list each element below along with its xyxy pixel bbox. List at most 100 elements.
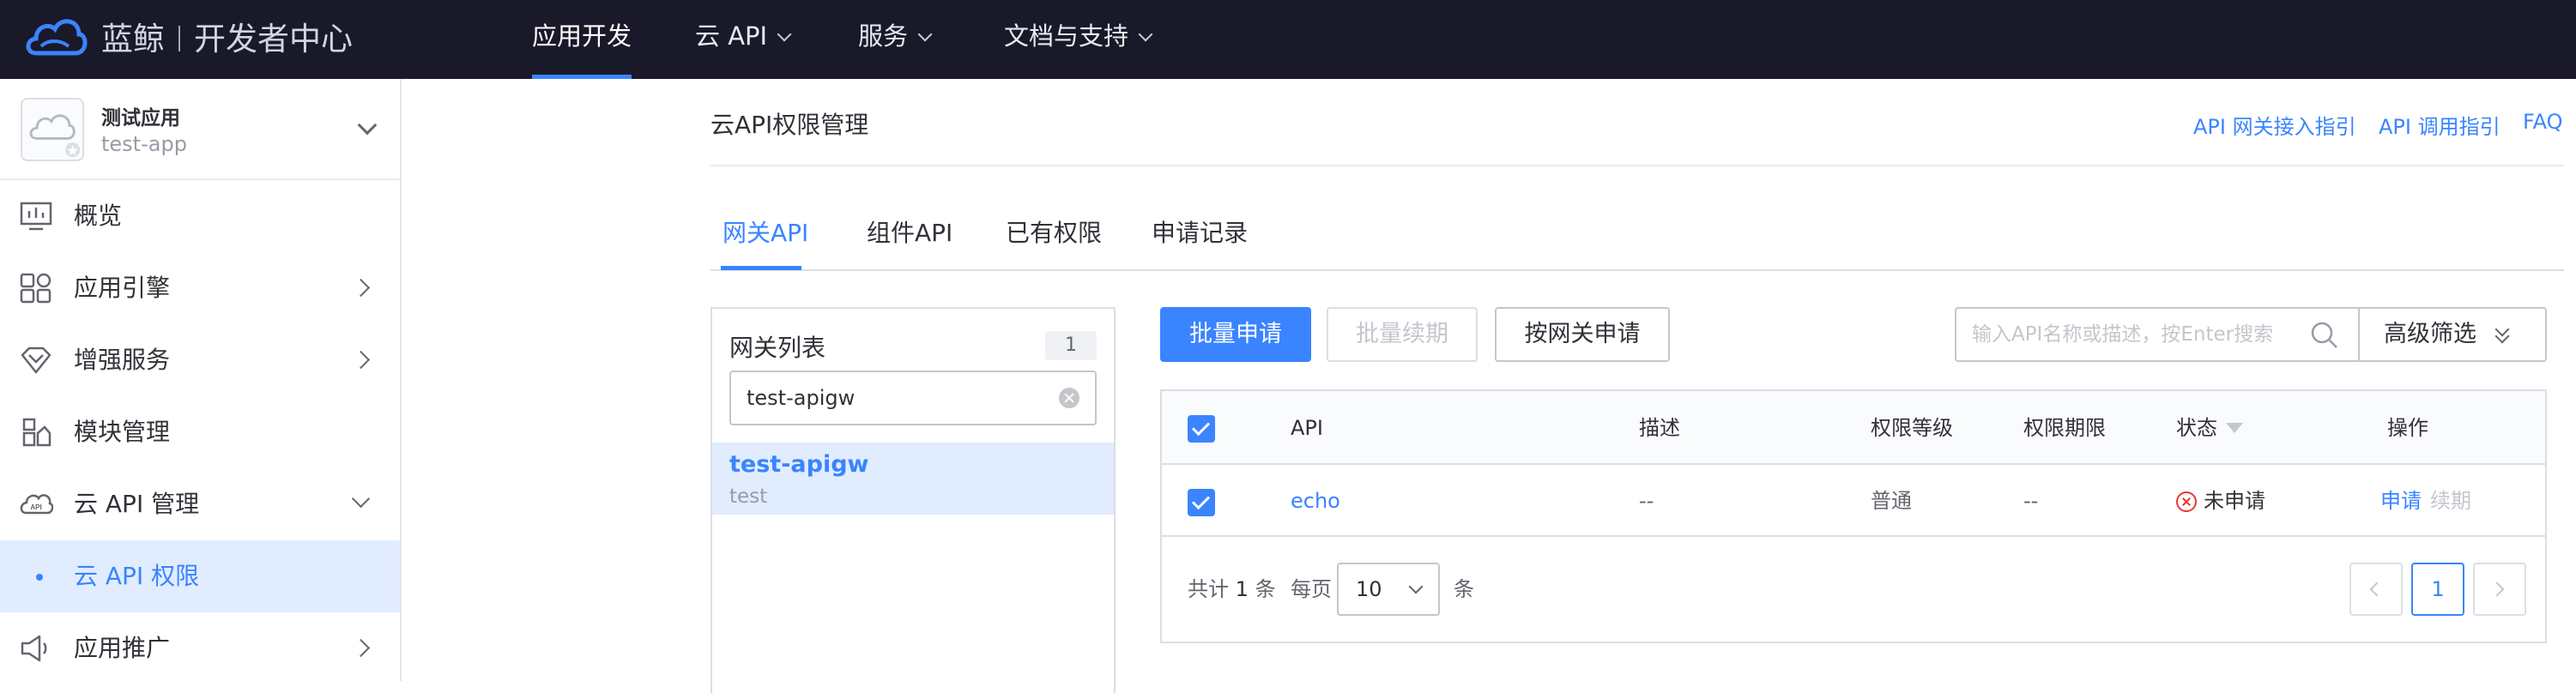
gateway-search-value: test-apigw (747, 386, 856, 410)
nav-app-dev[interactable]: 应用开发 (532, 0, 632, 79)
total-suffix: 条 (1255, 577, 1276, 601)
permission-level: 普通 (1871, 489, 1912, 513)
chevron-left-icon (2369, 582, 2385, 597)
sidebar-item-app-engine[interactable]: 应用引擎 (0, 252, 400, 324)
api-gateway-guide-link[interactable]: API 网关接入指引 (2193, 110, 2356, 140)
page-size-value: 10 (1356, 577, 1382, 601)
next-page-button[interactable] (2473, 563, 2526, 616)
api-search-input[interactable]: 输入API名称或描述，按Enter搜索 (1955, 307, 2358, 362)
diamond-icon (21, 346, 51, 374)
sidebar-item-label: 模块管理 (74, 418, 171, 446)
column-header-level: 权限等级 (1871, 416, 1953, 440)
total-count: 1 (1235, 577, 1249, 601)
nav-label: 文档与支持 (1004, 21, 1129, 51)
tab-existing-permissions[interactable]: 已有权限 (1006, 214, 1102, 249)
gateway-list-title: 网关列表 (729, 334, 826, 362)
page-title: 云API权限管理 (711, 111, 869, 139)
sidebar-item-cloud-api-management[interactable]: API 云 API 管理 (0, 468, 400, 540)
renew-link[interactable]: 续期 (2430, 465, 2471, 535)
select-all-checkbox[interactable] (1188, 415, 1215, 443)
brand-separator (178, 25, 180, 51)
sidebar: 测试应用 test-app 概览 应用引擎 增强服务 模块管理 API 云 AP… (0, 79, 402, 681)
brand-product: 开发者中心 (194, 21, 353, 57)
status-cell: 未申请 (2176, 465, 2265, 535)
api-table: API 描述 权限等级 权限期限 状态 操作 echo -- 普通 -- 未申请… (1160, 389, 2547, 643)
app-avatar-icon (21, 98, 84, 161)
sidebar-item-label: 增强服务 (74, 346, 171, 374)
chevron-down-icon (1408, 579, 1424, 594)
batch-renew-button[interactable]: 批量续期 (1327, 307, 1478, 362)
active-tab-indicator (721, 266, 801, 270)
svg-text:API: API (30, 503, 41, 511)
app-name: 测试应用 (101, 107, 180, 130)
sidebar-item-label: 应用推广 (74, 634, 171, 662)
sidebar-item-overview[interactable]: 概览 (0, 180, 400, 252)
tab-gateway-api[interactable]: 网关API (723, 214, 808, 249)
page-size-select[interactable]: 10 (1337, 563, 1440, 616)
filter-funnel-icon[interactable] (2226, 423, 2243, 433)
column-header-actions: 操作 (2387, 416, 2428, 440)
megaphone-icon (21, 635, 47, 662)
gateway-list-item[interactable]: test-apigw test (712, 443, 1114, 515)
advanced-filter-label: 高级筛选 (2384, 321, 2476, 347)
header-divider (711, 165, 2564, 166)
gateway-count-badge: 1 (1045, 331, 1097, 360)
nav-label: 云 API (695, 21, 768, 51)
table-header: API 描述 权限等级 权限期限 状态 操作 (1162, 391, 2545, 465)
app-switcher[interactable]: 测试应用 test-app (0, 79, 400, 180)
sidebar-item-module-management[interactable]: 模块管理 (0, 396, 400, 468)
advanced-filter-button[interactable]: 高级筛选 (2358, 307, 2547, 362)
chevron-right-icon (2489, 582, 2505, 597)
chevron-down-icon (1138, 27, 1153, 42)
prev-page-button[interactable] (2349, 563, 2403, 616)
nav-cloud-api[interactable]: 云 API (695, 0, 792, 79)
column-header-term: 权限期限 (2023, 416, 2106, 440)
faq-link[interactable]: FAQ (2523, 110, 2563, 134)
search-icon[interactable] (2310, 321, 2339, 350)
nav-docs-support[interactable]: 文档与支持 (1004, 0, 1153, 79)
bk-cloud-logo-icon[interactable] (22, 10, 89, 65)
row-checkbox[interactable] (1188, 489, 1215, 516)
nav-label: 服务 (858, 21, 909, 51)
api-call-guide-link[interactable]: API 调用指引 (2379, 110, 2500, 140)
gateway-desc: test (729, 485, 768, 508)
permission-term: -- (2023, 489, 2039, 513)
per-page-label: 每页 (1291, 577, 1332, 601)
sidebar-item-label: 云 API 管理 (74, 490, 200, 518)
chevron-down-icon (917, 27, 933, 42)
brand-name: 蓝鲸 (101, 21, 165, 57)
status-label: 未申请 (2204, 489, 2265, 513)
api-desc: -- (1639, 489, 1654, 513)
page-1-button[interactable]: 1 (2411, 563, 2464, 616)
chevron-down-icon (777, 27, 792, 42)
batch-apply-button[interactable]: 批量申请 (1160, 307, 1311, 362)
column-header-status-label: 状态 (2176, 416, 2217, 440)
gateway-search-input[interactable]: test-apigw (729, 371, 1097, 425)
api-name-link[interactable]: echo (1291, 465, 1340, 535)
column-header-status: 状态 (2176, 391, 2243, 463)
apply-by-gateway-button[interactable]: 按网关申请 (1495, 307, 1670, 362)
tab-application-records[interactable]: 申请记录 (1152, 214, 1248, 249)
clear-icon[interactable] (1059, 388, 1079, 408)
brand-title[interactable]: 蓝鲸 开发者中心 (101, 15, 353, 63)
chevron-right-icon (351, 350, 371, 370)
table-row: echo -- 普通 -- 未申请 申请 续期 (1162, 465, 2545, 537)
chart-icon (20, 202, 52, 231)
chevron-right-icon (351, 278, 371, 298)
pagination: 共计 1 条 每页 10 条 1 (1162, 537, 2545, 642)
column-header-desc: 描述 (1639, 416, 1680, 440)
close-circle-icon (2176, 491, 2197, 512)
sidebar-item-cloud-api-permission[interactable]: 云 API 权限 (0, 540, 400, 612)
nav-services[interactable]: 服务 (858, 0, 933, 79)
app-code: test-app (101, 132, 187, 156)
sidebar-item-enhanced-services[interactable]: 增强服务 (0, 324, 400, 396)
chevron-down-icon (357, 115, 378, 136)
column-header-api: API (1291, 416, 1323, 440)
nav-label: 应用开发 (532, 21, 632, 51)
sidebar-item-label: 概览 (74, 202, 123, 230)
pagination-total: 共计 1 条 (1188, 537, 1276, 642)
sidebar-item-app-promotion[interactable]: 应用推广 (0, 612, 400, 684)
apply-link[interactable]: 申请 (2380, 465, 2422, 535)
api-icon: API (20, 494, 53, 515)
tab-component-api[interactable]: 组件API (867, 214, 952, 249)
